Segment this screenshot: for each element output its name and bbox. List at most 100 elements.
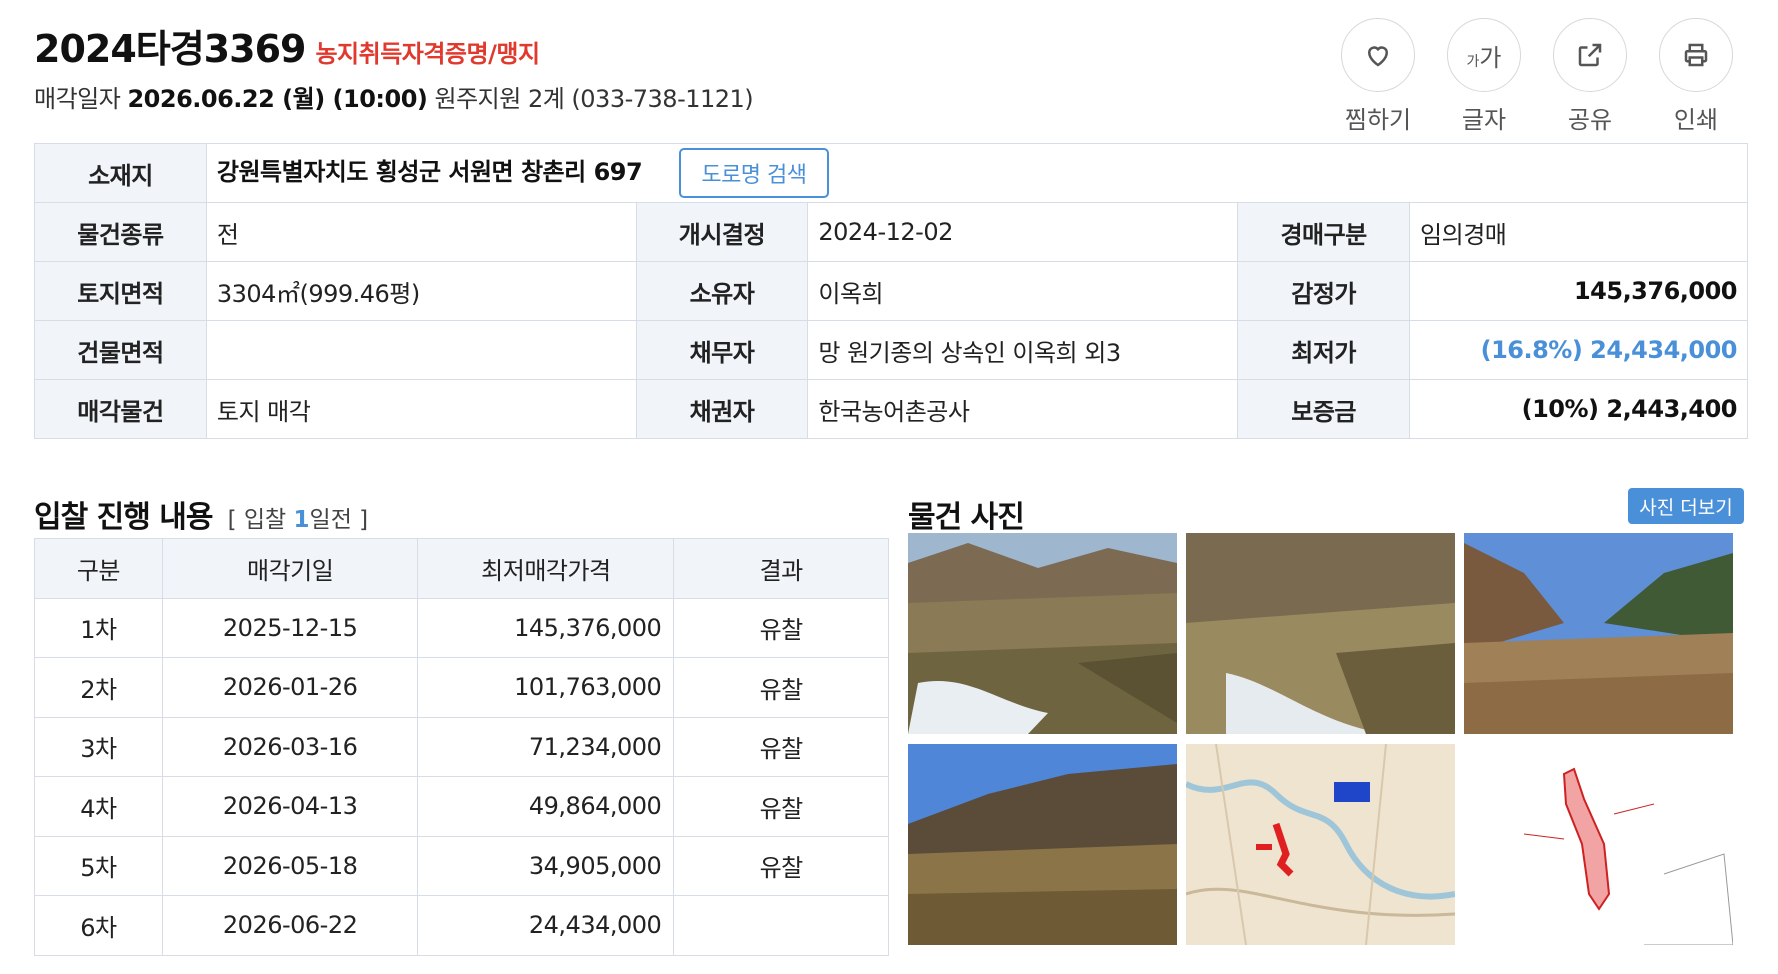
date-cell: 2026-06-22: [161, 895, 419, 956]
info-label: 감정가: [1237, 261, 1411, 321]
print-label: 인쇄: [1673, 106, 1719, 134]
action-toolbar: 찜하기 가가 글자 공유 인쇄: [1340, 18, 1734, 135]
photo-thumbnail[interactable]: [908, 744, 1177, 945]
info-label: 물건종류: [34, 202, 207, 262]
bid-header-row: 구분 매각기일 최저매각가격 결과: [34, 538, 889, 599]
court-info: 원주지원 2계 (033-738-1121): [434, 85, 754, 113]
result-cell: 유찰: [673, 776, 889, 837]
info-value: 임의경매: [1409, 202, 1748, 262]
info-value: [205, 320, 637, 380]
favorite-circle: [1341, 18, 1415, 92]
field-photo-image: [1464, 533, 1733, 734]
info-label: 최저가: [1237, 320, 1411, 380]
round-cell: 3차: [34, 716, 163, 777]
price-cell: 49,864,000: [417, 776, 675, 837]
table-row: 3차 2026-03-16 71,234,000 유찰: [34, 716, 889, 777]
favorite-button[interactable]: 찜하기: [1340, 18, 1416, 135]
info-label: 보증금: [1237, 379, 1411, 439]
parcel-diagram-image: [1464, 744, 1733, 945]
deposit-value: (10%) 2,443,400: [1409, 379, 1748, 439]
round-cell: 2차: [34, 657, 163, 718]
case-header: 2024타경3369 농지취득자격증명/맹지 매각일자 2026.06.22 (…: [34, 18, 1748, 134]
share-circle: [1553, 18, 1627, 92]
table-row: 1차 2025-12-15 145,376,000 유찰: [34, 597, 889, 658]
print-circle: [1659, 18, 1733, 92]
table-row: 4차 2026-04-13 49,864,000 유찰: [34, 776, 889, 837]
photo-thumbnail[interactable]: [1464, 533, 1733, 734]
field-photo-image: [908, 533, 1177, 734]
info-row: 물건종류 전 개시결정 2024-12-02 경매구분 임의경매: [34, 202, 1748, 262]
price-cell: 24,434,000: [417, 895, 675, 956]
info-value: 3304㎡(999.46평): [205, 261, 637, 321]
table-row: 6차 2026-06-22 24,434,000: [34, 895, 889, 956]
location-label: 소재지: [34, 143, 207, 203]
location-value: 강원특별자치도 횡성군 서원면 창촌리 697: [216, 158, 643, 186]
map-image: [1186, 744, 1455, 945]
field-photo-image: [908, 744, 1177, 945]
more-photos-button[interactable]: 사진 더보기: [1628, 488, 1744, 524]
info-label: 채무자: [635, 320, 809, 380]
favorite-label: 찜하기: [1344, 106, 1412, 134]
info-row: 매각물건 토지 매각 채권자 한국농어촌공사 보증금 (10%) 2,443,4…: [34, 379, 1748, 439]
result-cell: 유찰: [673, 597, 889, 658]
print-icon: [1684, 43, 1708, 67]
font-size-button[interactable]: 가가 글자: [1446, 18, 1522, 135]
font-size-label: 글자: [1461, 106, 1507, 134]
date-cell: 2026-03-16: [161, 716, 419, 777]
sale-prefix: 매각일자: [34, 85, 121, 113]
column-header: 매각기일: [161, 538, 419, 599]
road-search-button[interactable]: 도로명 검색: [679, 148, 829, 198]
info-label: 토지면적: [34, 261, 207, 321]
info-value: 망 원기종의 상속인 이옥희 외3: [807, 320, 1239, 380]
info-label: 건물면적: [34, 320, 207, 380]
column-header: 구분: [34, 538, 163, 599]
sale-datetime: 2026.06.22 (월) (10:00): [127, 85, 428, 113]
column-header: 최저매각가격: [417, 538, 675, 599]
info-row: 건물면적 채무자 망 원기종의 상속인 이옥희 외3 최저가 (16.8%) 2…: [34, 320, 1748, 380]
round-cell: 5차: [34, 835, 163, 896]
info-label: 매각물건: [34, 379, 207, 439]
heart-icon: [1367, 46, 1389, 67]
property-info-table: 소재지 강원특별자치도 횡성군 서원면 창촌리 697 도로명 검색 물건종류 …: [34, 143, 1749, 439]
result-cell: 유찰: [673, 835, 889, 896]
info-value: 한국농어촌공사: [807, 379, 1239, 439]
photo-section-title: 물건 사진: [908, 500, 1025, 535]
bid-section-title: 입찰 진행 내용 [ 입찰 1일전 ]: [34, 492, 368, 536]
info-value: 2024-12-02: [807, 202, 1239, 262]
parcel-diagram-thumbnail[interactable]: [1464, 744, 1733, 945]
info-row: 토지면적 3304㎡(999.46평) 소유자 이옥희 감정가 145,376,…: [34, 261, 1748, 321]
bid-title: 입찰 진행 내용: [34, 500, 213, 535]
share-button[interactable]: 공유: [1552, 18, 1628, 135]
case-tag: 농지취득자격증명/맹지: [315, 40, 540, 68]
result-cell: 유찰: [673, 716, 889, 777]
column-header: 결과: [673, 538, 889, 599]
table-row: 2차 2026-01-26 101,763,000 유찰: [34, 657, 889, 718]
photo-thumbnail[interactable]: [908, 533, 1177, 734]
location-cell: 강원특별자치도 횡성군 서원면 창촌리 697 도로명 검색: [205, 143, 1749, 203]
print-button[interactable]: 인쇄: [1658, 18, 1734, 135]
price-cell: 145,376,000: [417, 597, 675, 658]
share-label: 공유: [1567, 106, 1613, 134]
bid-history-table: 구분 매각기일 최저매각가격 결과 1차 2025-12-15 145,376,…: [34, 538, 889, 956]
info-value: 토지 매각: [205, 379, 637, 439]
info-label: 경매구분: [1237, 202, 1411, 262]
info-value: 이옥희: [807, 261, 1239, 321]
font-size-icon: 가가: [1466, 43, 1502, 72]
photo-grid: [908, 533, 1738, 945]
appraisal-value: 145,376,000: [1409, 261, 1748, 321]
price-cell: 101,763,000: [417, 657, 675, 718]
info-value: 전: [205, 202, 637, 262]
minimum-price-value: (16.8%) 24,434,000: [1409, 320, 1748, 380]
round-cell: 4차: [34, 776, 163, 837]
case-number: 2024타경3369: [34, 27, 306, 71]
location-map-thumbnail[interactable]: [1186, 744, 1455, 945]
info-label: 개시결정: [635, 202, 809, 262]
bid-countdown: [ 입찰 1일전 ]: [227, 507, 369, 533]
font-size-circle: 가가: [1447, 18, 1521, 92]
price-cell: 34,905,000: [417, 835, 675, 896]
photo-thumbnail[interactable]: [1186, 533, 1455, 734]
round-cell: 6차: [34, 895, 163, 956]
result-cell: [673, 895, 889, 956]
round-cell: 1차: [34, 597, 163, 658]
share-icon: [1578, 43, 1602, 67]
